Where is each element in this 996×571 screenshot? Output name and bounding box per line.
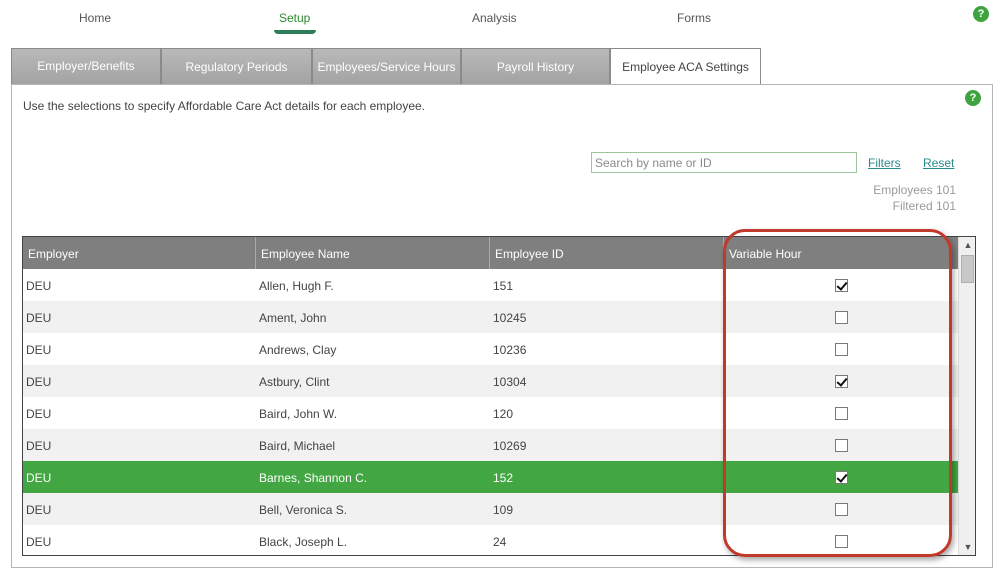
employee-name-cell: Black, Joseph L. [259, 535, 348, 549]
employee-name-cell: Bell, Veronica S. [259, 503, 348, 517]
variable-hour-checkbox[interactable] [835, 311, 848, 324]
employee-id-cell: 152 [493, 471, 514, 485]
employees-count: Employees 101 [873, 183, 956, 197]
column-header-variable-hour[interactable]: Variable Hour [724, 237, 958, 269]
nav-analysis[interactable]: Analysis [472, 11, 517, 25]
employee-id-cell: 120 [493, 407, 514, 421]
table-row[interactable]: DEU Baird, Michael 10269 [23, 429, 958, 461]
variable-hour-checkbox[interactable] [835, 439, 848, 452]
employer-cell: DEU [26, 503, 52, 517]
table-row[interactable]: DEU Allen, Hugh F. 151 [23, 269, 958, 301]
employee-id-cell: 10245 [493, 311, 527, 325]
employer-cell: DEU [26, 375, 52, 389]
table-row[interactable]: DEU Baird, John W. 120 [23, 397, 958, 429]
search-input[interactable] [591, 152, 857, 173]
instructions-text: Use the selections to specify Affordable… [23, 99, 425, 113]
scroll-down-icon[interactable]: ▼ [959, 539, 975, 555]
nav-setup[interactable]: Setup [279, 11, 310, 25]
reset-link[interactable]: Reset [923, 156, 954, 170]
top-nav: Home Setup Analysis Forms [0, 0, 996, 36]
employee-name-cell: Ament, John [259, 311, 327, 325]
table-row[interactable]: DEU Bell, Veronica S. 109 [23, 493, 958, 525]
nav-forms[interactable]: Forms [677, 11, 711, 25]
employer-cell: DEU [26, 439, 52, 453]
variable-hour-checkbox[interactable] [835, 375, 848, 388]
nav-home[interactable]: Home [79, 11, 111, 25]
table-row[interactable]: DEU Astbury, Clint 10304 [23, 365, 958, 397]
filters-link[interactable]: Filters [868, 156, 901, 170]
tab-employer-benefits[interactable]: Employer/Benefits [11, 48, 161, 85]
employee-id-cell: 10304 [493, 375, 527, 389]
employer-cell: DEU [26, 343, 52, 357]
employer-cell: DEU [26, 279, 52, 293]
column-header-employer[interactable]: Employer [23, 237, 256, 269]
employee-id-cell: 109 [493, 503, 514, 517]
variable-hour-checkbox[interactable] [835, 471, 848, 484]
employee-id-cell: 10236 [493, 343, 527, 357]
nav-active-indicator [274, 30, 316, 34]
variable-hour-checkbox[interactable] [835, 407, 848, 420]
variable-hour-checkbox[interactable] [835, 503, 848, 516]
tab-payroll-history[interactable]: Payroll History [461, 48, 610, 85]
help-icon[interactable]: ? [973, 6, 989, 22]
filtered-count: Filtered 101 [892, 199, 956, 213]
variable-hour-checkbox[interactable] [835, 279, 848, 292]
employer-cell: DEU [26, 471, 52, 485]
column-header-employee-name[interactable]: Employee Name [256, 237, 490, 269]
employee-name-cell: Astbury, Clint [259, 375, 330, 389]
employee-id-cell: 10269 [493, 439, 527, 453]
variable-hour-checkbox[interactable] [835, 535, 848, 548]
employee-id-cell: 24 [493, 535, 507, 549]
grid-body: DEU Allen, Hugh F. 151 DEU Ament, John 1… [23, 269, 958, 555]
employee-name-cell: Baird, Michael [259, 439, 336, 453]
tab-employee-aca-settings[interactable]: Employee ACA Settings [610, 48, 761, 86]
panel-help-icon[interactable]: ? [965, 90, 981, 106]
variable-hour-checkbox[interactable] [835, 343, 848, 356]
table-row[interactable]: DEU Barnes, Shannon C. 152 [23, 461, 958, 493]
scroll-up-icon[interactable]: ▲ [959, 237, 975, 253]
grid-scrollbar[interactable]: ▲ ▼ [958, 237, 975, 555]
tab-employees-service-hours[interactable]: Employees/Service Hours [312, 48, 461, 85]
employee-grid: Employer Employee Name Employee ID Varia… [22, 236, 976, 556]
grid-header: Employer Employee Name Employee ID Varia… [23, 237, 958, 269]
scroll-thumb[interactable] [961, 255, 974, 283]
employee-name-cell: Barnes, Shannon C. [259, 471, 368, 485]
employee-name-cell: Andrews, Clay [259, 343, 337, 357]
employee-name-cell: Baird, John W. [259, 407, 338, 421]
employer-cell: DEU [26, 311, 52, 325]
employee-id-cell: 151 [493, 279, 514, 293]
table-row[interactable]: DEU Ament, John 10245 [23, 301, 958, 333]
employer-cell: DEU [26, 407, 52, 421]
table-row[interactable]: DEU Black, Joseph L. 24 [23, 525, 958, 555]
table-row[interactable]: DEU Andrews, Clay 10236 [23, 333, 958, 365]
column-header-employee-id[interactable]: Employee ID [490, 237, 724, 269]
employer-cell: DEU [26, 535, 52, 549]
tab-regulatory-periods[interactable]: Regulatory Periods [161, 48, 312, 85]
employee-name-cell: Allen, Hugh F. [259, 279, 334, 293]
